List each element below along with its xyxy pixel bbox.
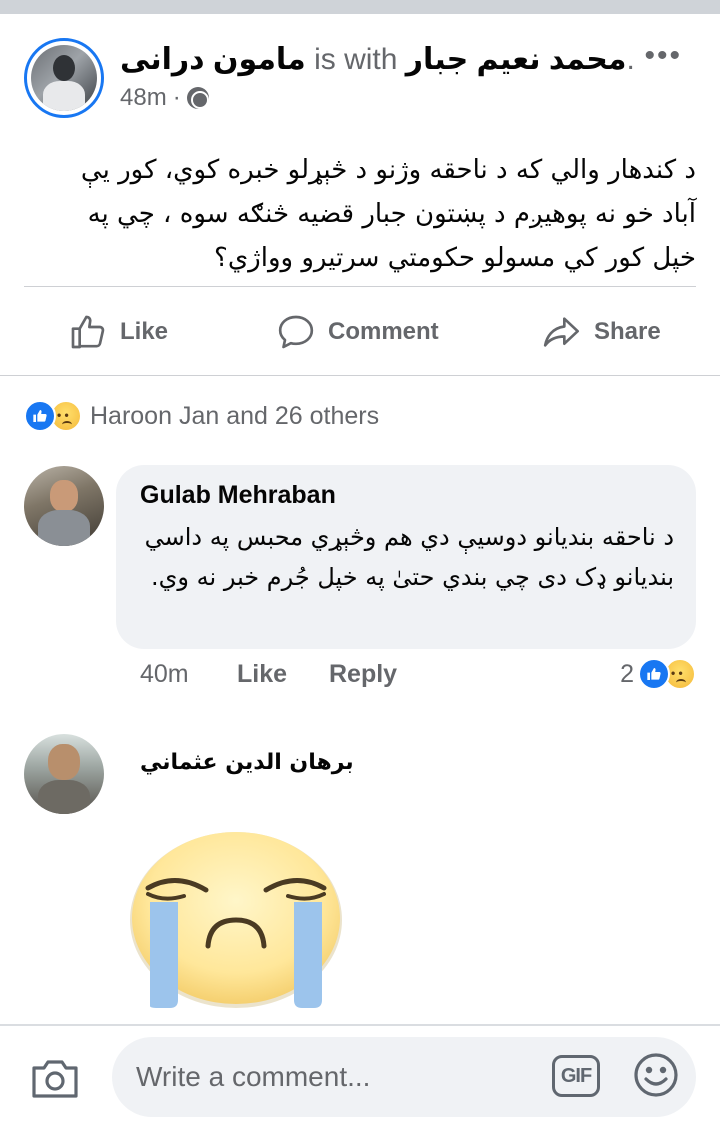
commenter-name[interactable]: Gulab Mehraban: [140, 481, 336, 510]
post-title-line: مامون درانی is with محمد نعیم جبار.: [120, 42, 635, 78]
comment-time[interactable]: 40m: [140, 660, 189, 689]
more-options-icon[interactable]: •••: [644, 41, 682, 71]
post-body-text: د کندهار والي که د ناحقه وژنو د څېړلو خب…: [80, 155, 696, 273]
like-button[interactable]: Like: [68, 300, 168, 364]
comment-composer: GIF: [0, 1026, 720, 1129]
tagged-name[interactable]: محمد نعیم جبار: [406, 43, 627, 76]
with-connector: is with: [314, 43, 398, 76]
like-label: Like: [120, 318, 169, 345]
divider: [0, 375, 720, 376]
thumbs-up-icon: [71, 315, 105, 349]
reactions-summary[interactable]: Haroon Jan and 26 others: [24, 398, 379, 434]
crying-face-sticker: [130, 832, 342, 1008]
comment-text: د ناحقه بندیانو دوسیې دي هم وڅېړي محبس پ…: [144, 523, 674, 591]
divider: [24, 286, 696, 287]
reactions-names[interactable]: Haroon Jan and 26 others: [90, 402, 379, 431]
title-period: .: [626, 43, 635, 76]
post-header: مامون درانی is with محمد نعیم جبار. 48m …: [24, 38, 696, 118]
globe-icon: [186, 87, 209, 109]
emoji-icon[interactable]: [632, 1051, 680, 1099]
post-time[interactable]: 48m: [120, 84, 167, 112]
comment-reactions[interactable]: 2: [620, 658, 696, 690]
post-meta: 48m ·: [120, 84, 209, 112]
like-reaction-icon: [24, 400, 56, 432]
commenter-name[interactable]: برهان الدين عثماني: [140, 750, 354, 775]
post-actions: Like Comment Share: [0, 300, 720, 364]
like-reaction-icon: [638, 658, 670, 690]
comment-meta: 40m Like Reply 2: [140, 658, 696, 694]
meta-separator: ·: [172, 84, 181, 111]
comment-input[interactable]: [112, 1037, 532, 1117]
share-arrow-icon: [543, 317, 579, 347]
camera-icon[interactable]: [30, 1056, 80, 1100]
comment-bubble-icon: [278, 315, 314, 349]
commenter-avatar[interactable]: [24, 734, 104, 814]
comment-label: Comment: [328, 318, 439, 345]
author-avatar[interactable]: [24, 38, 104, 118]
comment-input-wrapper: GIF: [112, 1037, 696, 1117]
author-name[interactable]: مامون درانی: [120, 43, 306, 76]
comment-like-button[interactable]: Like: [237, 660, 287, 689]
comment-bubble: Gulab Mehraban د ناحقه بندیانو دوسیې دي …: [116, 465, 696, 649]
comment-reply-button[interactable]: Reply: [329, 660, 397, 689]
comment-button[interactable]: Comment: [276, 300, 439, 364]
comment-reaction-count: 2: [620, 659, 634, 688]
gif-icon[interactable]: GIF: [552, 1055, 600, 1097]
share-label: Share: [594, 318, 661, 345]
commenter-avatar[interactable]: [24, 466, 104, 546]
top-status-bar: [0, 0, 720, 14]
share-button[interactable]: Share: [540, 300, 661, 364]
